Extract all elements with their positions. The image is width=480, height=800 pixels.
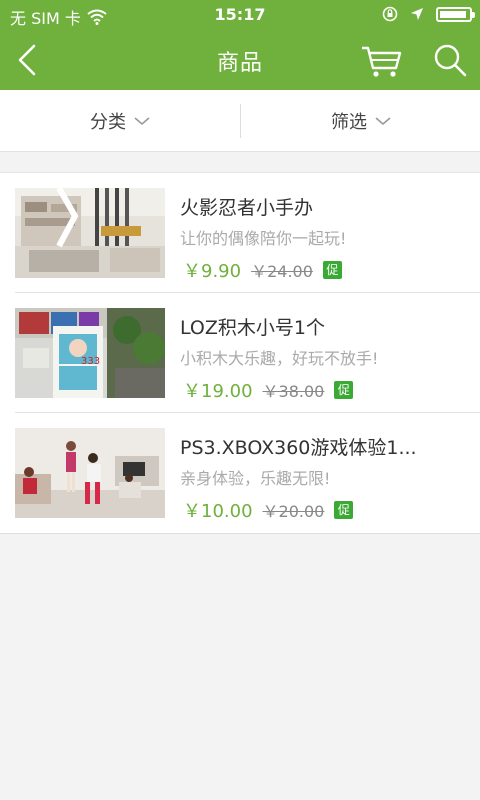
search-button[interactable] xyxy=(430,40,470,80)
screen-filter-label: 筛选 xyxy=(331,112,367,133)
navigation-bar: 商品 xyxy=(0,30,480,90)
product-title: 火影忍者小手办 xyxy=(180,197,314,219)
svg-text:333: 333 xyxy=(81,356,100,367)
chevron-down-icon xyxy=(134,117,150,126)
product-list: 火影忍者小手办 让你的偶像陪你一起玩! ￥9.90 ￥24.00 促 333 L… xyxy=(0,172,480,534)
battery-icon xyxy=(436,6,475,22)
product-item[interactable]: 333 LOZ积木小号1个 小积木大乐趣，好玩不放手! ￥19.00 ￥38.0… xyxy=(15,293,480,413)
product-price: ￥10.00 xyxy=(183,501,253,522)
product-subtitle: 小积木大乐趣，好玩不放手! xyxy=(180,349,379,368)
screen-filter-tab[interactable]: 筛选 xyxy=(241,90,480,152)
product-subtitle: 亲身体验，乐趣无限! xyxy=(180,469,331,488)
promo-badge: 促 xyxy=(322,261,342,279)
product-price: ￥9.90 xyxy=(183,261,242,282)
product-item[interactable]: 火影忍者小手办 让你的偶像陪你一起玩! ￥9.90 ￥24.00 促 xyxy=(15,173,480,293)
rotation-lock-icon xyxy=(382,6,398,22)
price-row: ￥9.90 ￥24.00 促 xyxy=(183,257,342,283)
product-original-price: ￥38.00 xyxy=(262,382,325,401)
filter-bar: 分类 筛选 xyxy=(0,90,480,152)
cart-button[interactable] xyxy=(360,40,404,80)
category-filter-label: 分类 xyxy=(90,112,126,133)
product-image-game-room xyxy=(15,428,165,518)
product-image-block-toys: 333 xyxy=(15,308,165,398)
product-image-figure-shop xyxy=(15,188,165,278)
battery-level xyxy=(440,10,466,18)
product-price: ￥19.00 xyxy=(183,381,253,402)
promo-badge: 促 xyxy=(334,381,354,399)
status-bar: 无 SIM 卡 15:17 xyxy=(0,0,480,30)
product-subtitle: 让你的偶像陪你一起玩! xyxy=(180,229,347,248)
product-title: PS3.XBOX360游戏体验1... xyxy=(180,437,417,459)
price-row: ￥19.00 ￥38.00 促 xyxy=(183,377,354,403)
category-filter-tab[interactable]: 分类 xyxy=(0,90,240,152)
price-row: ￥10.00 ￥20.00 促 xyxy=(183,497,354,523)
status-right xyxy=(382,6,475,22)
search-icon xyxy=(434,44,467,77)
product-title: LOZ积木小号1个 xyxy=(180,317,325,339)
cart-icon xyxy=(362,46,402,77)
product-original-price: ￥24.00 xyxy=(251,262,313,281)
product-item[interactable]: PS3.XBOX360游戏体验1... 亲身体验，乐趣无限! ￥10.00 ￥2… xyxy=(15,413,480,533)
app-header: 无 SIM 卡 15:17 商品 xyxy=(0,0,480,90)
chevron-down-icon xyxy=(375,117,391,126)
product-original-price: ￥20.00 xyxy=(262,502,325,521)
promo-badge: 促 xyxy=(334,501,354,519)
page-title: 商品 xyxy=(216,51,263,76)
location-arrow-icon xyxy=(411,8,423,20)
